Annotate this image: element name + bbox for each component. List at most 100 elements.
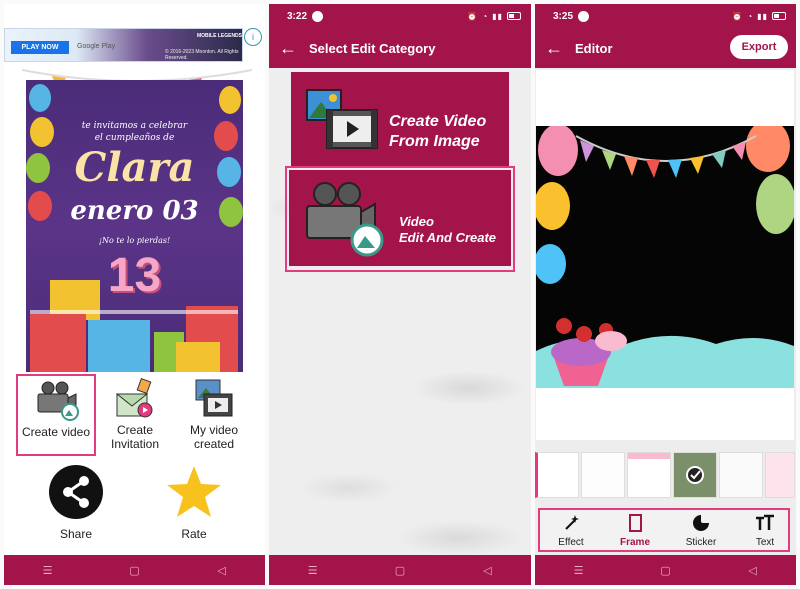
video-edit-label: Video Edit And Create [399, 214, 496, 246]
status-bar: 3:25 ⏰ ◔ ▮▮ [535, 4, 796, 28]
back-nav-icon[interactable]: ◁ [743, 564, 763, 577]
video-edit-line-1: Video [399, 214, 434, 229]
frame-thumbnail[interactable] [627, 452, 671, 498]
notification-icon [578, 10, 590, 22]
signal-icon: ▮▮ [757, 11, 768, 21]
star-icon [167, 466, 221, 517]
page-title: Editor [575, 40, 613, 56]
frame-thumbnail[interactable] [581, 452, 625, 498]
video-edit-line-2: Edit And Create [399, 230, 497, 245]
birthday-date: enero 03 [70, 196, 199, 226]
select-category-screen: 3:22 ⏰ ◔ ▮▮ ← Select Edit Category Creat… [269, 4, 531, 585]
ad-brand-logo: MOBILE LEGENDS [197, 33, 243, 39]
menu-nav-icon[interactable]: ☰ [38, 564, 58, 577]
rate-button[interactable]: Rate [144, 464, 244, 541]
back-arrow-icon[interactable]: ← [279, 38, 309, 59]
frame-preview[interactable] [536, 126, 794, 388]
create-video-label: Create video [21, 425, 91, 439]
menu-nav-icon[interactable]: ☰ [303, 564, 323, 577]
alarm-icon: ⏰ [732, 11, 744, 21]
battery-icon [507, 12, 521, 20]
menu-nav-icon[interactable]: ☰ [569, 564, 589, 577]
status-time: 3:25 [553, 10, 574, 22]
status-bar: 3:22 ⏰ ◔ ▮▮ [269, 4, 531, 28]
back-arrow-icon[interactable]: ← [545, 38, 575, 59]
frame-thumbnail[interactable] [535, 452, 579, 498]
share-label: Share [59, 527, 93, 541]
ad-banner[interactable]: PLAY NOW Google Play MOBILE LEGENDS © 20… [4, 28, 243, 62]
play-now-button[interactable]: PLAY NOW [11, 41, 69, 54]
image-to-video-icon [306, 89, 378, 149]
sticker-tool[interactable]: Sticker [676, 514, 726, 548]
frame-tool[interactable]: Frame [610, 514, 660, 548]
home-screen: PLAY NOW Google Play MOBILE LEGENDS © 20… [4, 4, 265, 585]
rate-label: Rate [181, 527, 207, 541]
camera-icon [306, 182, 384, 257]
from-image-label: Create Video From Image [389, 112, 486, 152]
back-nav-icon[interactable]: ◁ [477, 564, 497, 577]
birthday-age: 13 [107, 249, 162, 302]
create-invitation-label: Create Invitation [95, 423, 175, 451]
frame-label: Frame [619, 537, 650, 548]
frame-thumbnail[interactable] [765, 452, 795, 498]
magic-wand-icon [565, 515, 579, 530]
invitation-icon [115, 378, 153, 418]
create-invitation-line-1: Create [116, 423, 154, 437]
wifi-icon: ◔ [482, 11, 489, 21]
my-video-line-1: My video [189, 423, 239, 437]
system-nav-bar: ☰ ▢ ◁ [4, 555, 265, 585]
effect-tool[interactable]: Effect [546, 514, 596, 548]
status-icons: ⏰ ◔ ▮▮ [732, 12, 786, 21]
invitation-card-preview[interactable]: te invitamos a celebrar el cumpleaños de… [26, 80, 243, 372]
system-nav-bar: ☰ ▢ ◁ [269, 555, 531, 585]
film-gallery-icon [195, 379, 233, 417]
frame-thumbnails [535, 452, 796, 500]
export-button[interactable]: Export [730, 35, 788, 59]
check-icon [686, 466, 704, 484]
my-video-created-button[interactable]: My video created [174, 374, 254, 456]
invite-text: te invitamos a celebrar el cumpleaños de [26, 120, 243, 144]
system-nav-bar: ☰ ▢ ◁ [535, 555, 796, 585]
page-title: Select Edit Category [309, 40, 436, 56]
from-image-line-2: From Image [389, 133, 480, 150]
editor-toolbar: Effect Frame Sticker Text [538, 508, 790, 552]
sticker-icon [693, 515, 709, 531]
app-bar: ← Select Edit Category [269, 28, 531, 68]
text-icon [756, 514, 774, 530]
create-video-from-image-button[interactable]: Create Video From Image [291, 72, 509, 168]
from-image-line-1: Create Video [389, 113, 487, 130]
frame-icon [629, 514, 642, 532]
signal-icon: ▮▮ [492, 11, 503, 21]
text-tool[interactable]: Text [740, 514, 790, 548]
birthday-tagline: ¡No te lo pierdas! [98, 236, 171, 245]
status-icons: ⏰ ◔ ▮▮ [467, 12, 521, 21]
my-video-line-2: created [193, 437, 235, 451]
notification-icon [312, 10, 324, 22]
video-edit-and-create-button[interactable]: Video Edit And Create [289, 170, 511, 266]
back-nav-icon[interactable]: ◁ [212, 564, 232, 577]
ad-info-icon[interactable]: i [244, 28, 262, 46]
alarm-icon: ⏰ [467, 11, 479, 21]
google-play-label: Google Play [77, 43, 116, 50]
invite-line-1: te invitamos a celebrar [81, 121, 188, 131]
wifi-icon: ◔ [747, 11, 754, 21]
create-invitation-button[interactable]: Create Invitation [95, 374, 175, 456]
sticker-label: Sticker [685, 537, 717, 548]
invite-line-2: el cumpleaños de [94, 133, 175, 143]
home-menu: Create video Create Invitation My video … [4, 374, 265, 456]
create-invitation-line-2: Invitation [110, 437, 160, 451]
home-nav-icon[interactable]: ▢ [390, 564, 410, 577]
share-button[interactable]: Share [26, 464, 126, 541]
home-nav-icon[interactable]: ▢ [125, 564, 145, 577]
frame-thumbnail-selected[interactable] [673, 452, 717, 498]
battery-icon [772, 12, 786, 20]
home-nav-icon[interactable]: ▢ [656, 564, 676, 577]
birthday-frame-art [536, 126, 794, 388]
effect-label: Effect [558, 537, 584, 548]
ad-copyright: © 2016-2023 Moonton. All Rights Reserved… [165, 49, 239, 61]
editor-screen: 3:25 ⏰ ◔ ▮▮ ← Editor Export Effect Frame… [535, 4, 796, 585]
frame-thumbnail[interactable] [719, 452, 763, 498]
my-video-created-label: My video created [174, 423, 254, 451]
birthday-name: Clara [74, 144, 195, 191]
create-video-button[interactable]: Create video [16, 374, 96, 456]
